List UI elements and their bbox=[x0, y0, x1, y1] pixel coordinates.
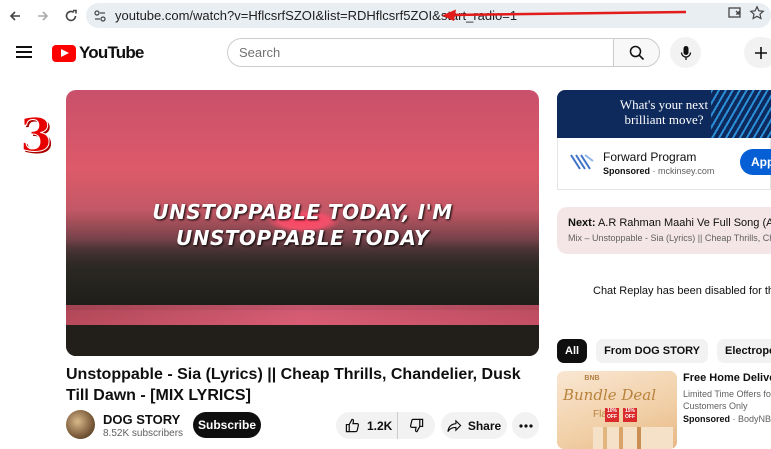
plus-icon bbox=[755, 46, 767, 59]
next-title: A.R Rahman Maahi Ve Full Song (Audio bbox=[597, 217, 771, 229]
player-treeline bbox=[66, 240, 539, 310]
more-actions-button[interactable] bbox=[512, 412, 539, 439]
search-input[interactable] bbox=[239, 45, 614, 60]
like-dislike-group: 1.2K bbox=[336, 412, 435, 439]
filter-chips: All From DOG STORY Electropop bbox=[557, 339, 771, 363]
next-prefix: Next: bbox=[568, 217, 596, 229]
forward-arrow-icon bbox=[38, 11, 49, 21]
rec-advertiser: BodyNBo bbox=[738, 414, 771, 424]
chat-replay-message: Chat Replay has been disabled for this P bbox=[593, 285, 771, 297]
next-up-line: Next: A.R Rahman Maahi Ve Full Song (Aud… bbox=[568, 217, 771, 229]
annotation-arrow-icon bbox=[442, 9, 687, 21]
youtube-play-icon bbox=[52, 44, 76, 62]
next-up-card[interactable]: Next: A.R Rahman Maahi Ve Full Song (Aud… bbox=[557, 207, 771, 254]
browser-toolbar: youtube.com/watch?v=HflcsrfSZOI&list=RDH… bbox=[0, 0, 771, 32]
video-title: Unstoppable - Sia (Lyrics) || Cheap Thri… bbox=[66, 366, 521, 404]
thumb-discount-1: 10% OFF bbox=[605, 408, 619, 422]
ad-sponsored-label: Sponsored bbox=[603, 166, 651, 176]
thumbs-down-icon bbox=[409, 418, 424, 433]
ad-headline-line-1: What's your next bbox=[619, 97, 709, 112]
chip-all[interactable]: All bbox=[557, 339, 588, 363]
channel-avatar[interactable] bbox=[66, 410, 95, 439]
share-label: Share bbox=[467, 418, 502, 433]
annotation-number: 3 bbox=[19, 108, 53, 163]
ad-headline-line-2: brilliant move? bbox=[624, 112, 704, 127]
like-count: 1.2K bbox=[367, 418, 393, 433]
ad-sponsor-line: Sponsored · mckinsey.com bbox=[603, 166, 715, 176]
video-player[interactable]: UNSTOPPABLE TODAY, I'M UNSTOPPABLE TODAY bbox=[66, 90, 539, 356]
subscribe-button[interactable]: Subscribe bbox=[193, 412, 261, 438]
like-button[interactable]: 1.2K bbox=[336, 412, 398, 439]
rec-sponsored-label: Sponsored bbox=[683, 414, 731, 424]
thumb-discount-2: 15% OFF bbox=[623, 408, 637, 422]
dislike-button[interactable] bbox=[398, 412, 435, 439]
microphone-icon bbox=[680, 45, 691, 60]
advertiser-logo-icon bbox=[570, 154, 594, 170]
search-icon bbox=[629, 45, 644, 60]
menu-icon[interactable] bbox=[16, 43, 36, 63]
thumbs-up-icon bbox=[345, 418, 360, 433]
ad-card[interactable]: Forward Program Sponsored · mckinsey.com… bbox=[557, 138, 771, 190]
search-field[interactable] bbox=[227, 38, 614, 67]
ad-title[interactable]: Forward Program bbox=[603, 150, 696, 164]
lyric-line-1: UNSTOPPABLE TODAY, I'M bbox=[152, 200, 453, 224]
ad-headline: What's your next brilliant move? bbox=[557, 97, 771, 127]
logo-text: YouTube bbox=[79, 43, 144, 62]
chip-from-channel[interactable]: From DOG STORY bbox=[596, 339, 709, 363]
youtube-logo[interactable]: YouTube bbox=[52, 43, 144, 63]
ad-banner-image[interactable]: What's your next brilliant move? bbox=[557, 90, 771, 138]
forward-button[interactable] bbox=[30, 3, 56, 29]
site-info-icon[interactable] bbox=[90, 6, 110, 26]
lyric-line-2: UNSTOPPABLE TODAY bbox=[175, 226, 429, 250]
share-button[interactable]: Share bbox=[441, 412, 507, 439]
recommendation-sponsor-line: Sponsored · BodyNBo bbox=[683, 414, 771, 424]
share-icon bbox=[447, 418, 462, 432]
recommendation-title[interactable]: Free Home Delivery bbox=[683, 372, 771, 384]
voice-search-button[interactable] bbox=[670, 37, 701, 68]
screenshot-root: youtube.com/watch?v=HflcsrfSZOI&list=RDH… bbox=[0, 0, 771, 449]
thumb-title: Bundle Deal bbox=[563, 386, 657, 404]
more-horizontal-icon bbox=[518, 423, 533, 428]
bookmark-star-icon[interactable] bbox=[749, 5, 765, 26]
thumb-brand: BNB bbox=[584, 375, 600, 382]
reload-button[interactable] bbox=[58, 3, 84, 29]
player-water bbox=[66, 305, 539, 327]
reload-icon bbox=[65, 9, 77, 22]
channel-name[interactable]: DOG STORY bbox=[103, 412, 180, 427]
next-playlist: Mix – Unstoppable - Sia (Lyrics) || Chea… bbox=[568, 233, 771, 243]
subscriber-count: 8.52K subscribers bbox=[103, 428, 184, 439]
create-button[interactable] bbox=[744, 37, 771, 68]
install-app-icon[interactable] bbox=[727, 5, 743, 26]
search-button[interactable] bbox=[613, 38, 660, 67]
thumb-products bbox=[593, 427, 673, 449]
chip-electropop[interactable]: Electropop bbox=[717, 339, 771, 363]
recommendation-thumbnail[interactable]: BNB Bundle Deal Flat 10% OFF 15% OFF bbox=[557, 371, 677, 449]
ad-domain: mckinsey.com bbox=[658, 166, 715, 176]
player-ground bbox=[66, 325, 539, 356]
recommendation-description: Limited Time Offers for Customers Only bbox=[683, 389, 771, 411]
apply-button[interactable]: Apply bbox=[740, 149, 771, 175]
back-arrow-icon bbox=[9, 11, 20, 21]
back-button[interactable] bbox=[2, 3, 28, 29]
youtube-header: YouTube bbox=[0, 32, 771, 74]
